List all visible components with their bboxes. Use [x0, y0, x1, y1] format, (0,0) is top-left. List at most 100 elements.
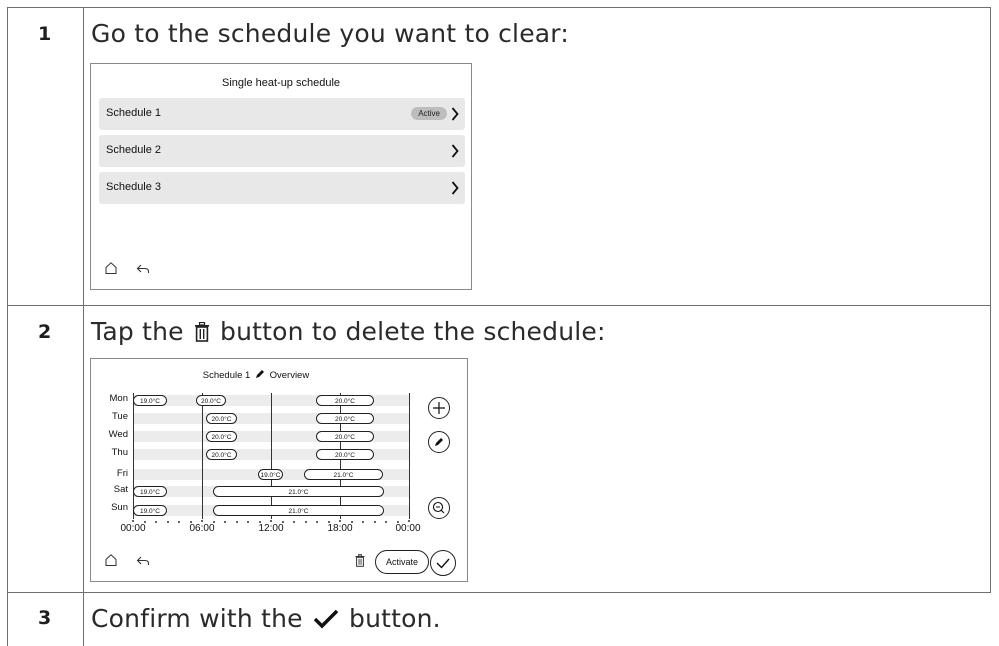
timeline-tick — [339, 520, 341, 522]
table-divider — [7, 592, 991, 593]
time-label: 00:00 — [120, 523, 146, 534]
plus-icon — [433, 402, 445, 414]
grid-line — [202, 393, 203, 519]
check-icon — [313, 606, 339, 635]
table-border-right — [990, 7, 991, 592]
zoom-icon — [432, 501, 445, 514]
day-label: Fri — [116, 468, 128, 479]
trash-icon[interactable] — [355, 554, 365, 572]
step-number: 1 — [38, 23, 52, 45]
timeline-tick — [143, 521, 146, 523]
confirm-button[interactable] — [430, 550, 456, 576]
home-icon[interactable] — [104, 553, 118, 572]
chevron-right-icon — [451, 144, 459, 163]
screen-title: Single heat-up schedule — [221, 77, 341, 89]
pencil-icon — [435, 438, 443, 446]
timeline-tick — [166, 521, 169, 523]
temperature-block[interactable]: 21.0°C — [213, 505, 384, 516]
timeline-tick — [155, 521, 157, 523]
check-icon — [436, 558, 450, 569]
schedule-label: Schedule 2 — [106, 144, 162, 156]
day-label: Wed — [108, 429, 128, 440]
timeline-tick — [270, 520, 272, 522]
grid-line — [271, 393, 272, 519]
schedule-label: Schedule 1 — [106, 107, 162, 119]
temperature-block[interactable]: 19.0°C — [133, 505, 167, 516]
schedule-list-screen: Single heat-up schedule Schedule 1 Activ… — [90, 63, 472, 290]
temperature-block[interactable]: 20.0°C — [316, 413, 374, 424]
timeline-tick — [396, 521, 399, 523]
timeline-tick — [373, 521, 376, 523]
temperature-block[interactable]: 20.0°C — [196, 395, 226, 406]
instruction-text: Confirm with the — [91, 604, 303, 633]
schedule-row[interactable]: Schedule 2 — [99, 135, 465, 167]
timeline-tick — [212, 521, 215, 523]
instruction-text: button to delete the schedule: — [220, 317, 606, 346]
timeline-tick — [316, 521, 318, 523]
time-label: 18:00 — [327, 523, 353, 534]
time-label: 12:00 — [258, 523, 284, 534]
temperature-block[interactable]: 19.0°C — [133, 486, 167, 497]
back-icon[interactable] — [136, 554, 150, 572]
active-badge: Active — [411, 107, 447, 120]
table-border-left — [7, 7, 8, 646]
timeline-tick — [281, 521, 284, 523]
timeline-tick — [224, 521, 226, 523]
temperature-block[interactable]: 20.0°C — [206, 449, 237, 460]
day-label: Sat — [113, 484, 128, 495]
day-label: Tue — [111, 411, 128, 422]
timeline-tick — [258, 521, 261, 523]
step-instruction: Confirm with the button. — [91, 604, 441, 635]
temperature-block[interactable]: 21.0°C — [304, 469, 383, 480]
time-label: 06:00 — [189, 523, 215, 534]
zoom-button[interactable] — [428, 497, 450, 519]
schedule-grid[interactable]: 19.0°C 20.0°C 20.0°C 20.0°C 20.0°C 20.0°… — [133, 393, 410, 519]
schedule-row[interactable]: Schedule 1 Active — [99, 98, 465, 130]
timeline-tick — [247, 521, 249, 523]
screen-title: Schedule 1 Overview — [91, 369, 421, 382]
temperature-block[interactable]: 20.0°C — [316, 431, 374, 442]
temperature-block[interactable]: 20.0°C — [206, 431, 237, 442]
schedule-row[interactable]: Schedule 3 — [99, 172, 465, 204]
grid-line — [409, 393, 410, 519]
timeline-tick — [189, 521, 192, 523]
instruction-text: Tap the — [91, 317, 184, 346]
trash-icon — [194, 319, 210, 348]
table-column-divider — [83, 7, 84, 646]
timeline-tick — [327, 521, 330, 523]
step-number: 2 — [38, 321, 52, 343]
temperature-block[interactable]: 19.0°C — [258, 469, 283, 480]
instruction-text: button. — [349, 604, 441, 633]
edit-button[interactable] — [428, 431, 450, 453]
home-icon[interactable] — [104, 261, 118, 280]
timeline-tick — [293, 521, 295, 523]
schedule-label: Schedule 3 — [106, 181, 162, 193]
add-button[interactable] — [428, 397, 450, 419]
activate-button[interactable]: Activate — [375, 550, 429, 574]
temperature-block[interactable]: 21.0°C — [213, 486, 384, 497]
chevron-right-icon — [451, 107, 459, 126]
timeline-tick — [350, 521, 353, 523]
step-instruction: Tap the button to delete the schedule: — [91, 317, 606, 348]
timeline-tick — [408, 520, 410, 522]
day-label: Sun — [111, 502, 128, 513]
temperature-block[interactable]: 19.0°C — [133, 395, 167, 406]
day-label: Mon — [109, 393, 128, 404]
timeline-tick — [201, 520, 203, 522]
overview-label: Overview — [269, 370, 310, 381]
temperature-block[interactable]: 20.0°C — [206, 413, 237, 424]
temperature-block[interactable]: 20.0°C — [316, 395, 374, 406]
step-number: 3 — [38, 607, 52, 629]
table-border-top — [7, 7, 991, 8]
table-divider — [7, 305, 991, 306]
schedule-overview-screen: Schedule 1 Overview Mon Tue Wed Thu Fri … — [90, 358, 468, 582]
timeline-tick — [385, 521, 387, 523]
time-label: 00:00 — [395, 523, 421, 534]
schedule-name: Schedule 1 — [202, 370, 251, 381]
pencil-icon[interactable] — [255, 369, 265, 382]
grid-line — [133, 393, 134, 519]
day-label: Thu — [111, 447, 128, 458]
temperature-block[interactable]: 20.0°C — [316, 449, 374, 460]
timeline-tick — [178, 521, 180, 523]
back-icon[interactable] — [136, 262, 150, 280]
